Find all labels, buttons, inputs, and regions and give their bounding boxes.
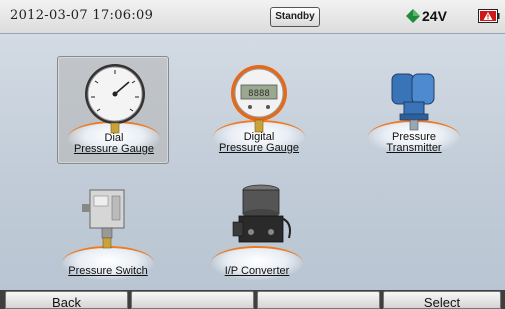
tile-label: Dial Pressure Gauge [73,132,155,155]
tile-label: I/P Converter [224,265,290,277]
tile-label: Pressure Switch [68,265,148,277]
instrument-menu: Dial Pressure Gauge 8888 Digital Pressur… [0,34,505,290]
voltage-indicator: 24V [406,6,447,26]
pressure-switch-icon [82,189,125,249]
select-button[interactable]: Select [383,291,501,309]
datetime: 2012-03-07 17:06:09 [10,8,154,23]
tile-digital-pressure-gauge[interactable]: 8888 Digital Pressure Gauge [203,56,315,164]
voltage-diamond-icon [406,9,420,23]
softkey-2[interactable] [131,291,254,309]
voltage-value: 24V [422,8,447,24]
mode-badge: Standby [270,7,320,27]
softkey-bar: Back Select [0,290,505,309]
softkey-3[interactable] [257,291,380,309]
tile-label: Pressure Transmitter [386,131,442,154]
battery-alert-icon [478,9,500,23]
tile-label: Digital Pressure Gauge [218,131,300,154]
dial-gauge-icon [85,64,145,134]
svg-text:8888: 8888 [248,89,270,99]
status-bar: 2012-03-07 17:06:09 Standby 24V [0,0,505,34]
back-button[interactable]: Back [5,291,128,309]
ip-converter-icon [232,184,291,243]
pressure-transmitter-icon [391,73,435,131]
tile-pressure-transmitter[interactable]: Pressure Transmitter [358,56,470,164]
tile-pressure-switch[interactable]: Pressure Switch [52,182,164,290]
tile-ip-converter[interactable]: I/P Converter [201,182,313,290]
tile-dial-pressure-gauge[interactable]: Dial Pressure Gauge [57,56,169,164]
digital-gauge-icon: 8888 [231,65,287,133]
